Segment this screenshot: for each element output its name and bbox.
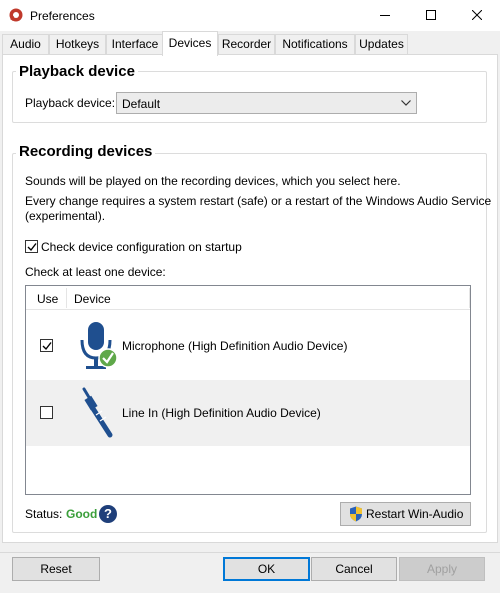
device-name-line-in: Line In (High Definition Audio Device) [122, 406, 321, 420]
playback-device-label: Playback device: [25, 96, 116, 110]
check-config-checkbox[interactable] [25, 240, 38, 253]
help-icon[interactable]: ? [99, 505, 117, 523]
apply-button[interactable]: Apply [399, 557, 485, 581]
tab-updates[interactable]: Updates [355, 34, 408, 55]
tab-notifications[interactable]: Notifications [275, 34, 355, 55]
restart-win-audio-button[interactable]: Restart Win-Audio [340, 502, 471, 526]
recording-group-title: Recording devices [16, 143, 156, 160]
checkmark-icon [42, 342, 52, 351]
list-hint-label: Check at least one device: [25, 265, 166, 279]
device-row-line-in[interactable]: Line In (High Definition Audio Device) [26, 380, 470, 446]
recording-info-1: Sounds will be played on the recording d… [25, 174, 401, 188]
maximize-icon [426, 10, 436, 20]
recording-info-2a: Every change requires a system restart (… [25, 194, 492, 208]
tab-recorder[interactable]: Recorder [218, 34, 275, 55]
tab-strip: Audio Hotkeys Interface Devices Recorder… [0, 31, 500, 56]
device-list[interactable]: Use Device Microphone (High Definition A… [25, 285, 471, 495]
microphone-icon [80, 322, 118, 369]
checkmark-icon [27, 243, 37, 252]
device-name-microphone: Microphone (High Definition Audio Device… [122, 339, 348, 353]
playback-group-title: Playback device [16, 63, 138, 80]
cancel-button[interactable]: Cancel [311, 557, 397, 581]
device-checkbox-microphone[interactable] [40, 339, 53, 352]
minimize-icon [380, 15, 390, 16]
restart-win-audio-label: Restart Win-Audio [366, 507, 464, 521]
footer-divider [0, 552, 500, 553]
ok-button[interactable]: OK [223, 557, 310, 581]
device-list-header: Use Device [26, 286, 470, 310]
window-title: Preferences [30, 9, 95, 23]
column-separator[interactable] [66, 288, 67, 308]
chevron-down-icon [401, 100, 411, 106]
close-icon [472, 10, 482, 20]
tab-audio[interactable]: Audio [2, 34, 49, 55]
device-row-microphone[interactable]: Microphone (High Definition Audio Device… [26, 313, 470, 379]
device-checkbox-line-in[interactable] [40, 406, 53, 419]
status-value: Good [66, 507, 98, 521]
recording-info-2b: (experimental). [25, 209, 106, 223]
minimize-button[interactable] [362, 0, 408, 31]
playback-device-select[interactable]: Default [116, 92, 417, 114]
app-icon [9, 8, 23, 22]
column-header-use[interactable]: Use [37, 292, 58, 306]
tab-hotkeys[interactable]: Hotkeys [49, 34, 106, 55]
close-button[interactable] [454, 0, 500, 31]
column-separator[interactable] [469, 288, 470, 308]
check-config-label[interactable]: Check device configuration on startup [41, 240, 242, 254]
column-header-device[interactable]: Device [74, 292, 111, 306]
audio-jack-icon [82, 387, 113, 438]
playback-device-value: Default [122, 97, 161, 111]
tab-devices[interactable]: Devices [162, 31, 218, 56]
maximize-button[interactable] [408, 0, 454, 31]
uac-shield-icon [350, 506, 362, 522]
tab-interface[interactable]: Interface [106, 34, 164, 55]
status-label: Status: [25, 507, 63, 521]
title-bar: Preferences [0, 0, 500, 31]
reset-button[interactable]: Reset [12, 557, 100, 581]
